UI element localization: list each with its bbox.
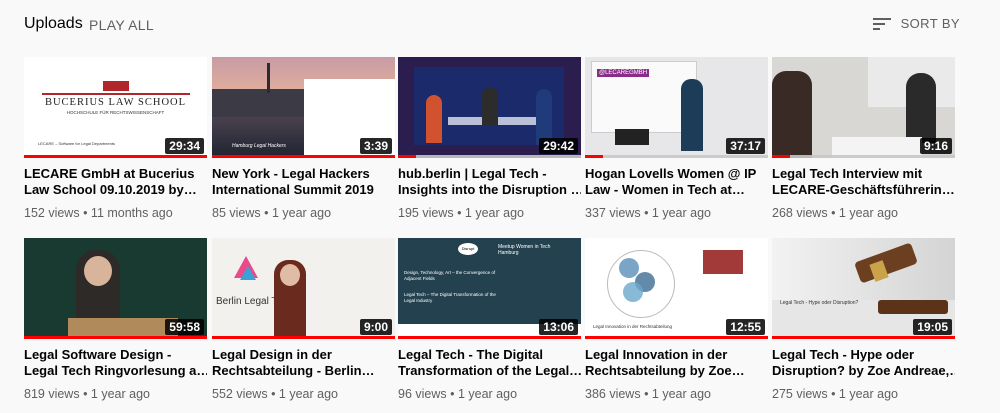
video-card[interactable]: Legal Tech - Hype oder Disruption? 19:05… — [772, 238, 955, 401]
watch-progress-fill — [585, 336, 768, 339]
watch-progress-fill — [24, 336, 207, 339]
video-meta: 152 views • 11 months ago — [24, 206, 173, 220]
video-meta: 195 views • 1 year ago — [398, 206, 524, 220]
video-meta: 96 views • 1 year ago — [398, 387, 518, 401]
bucerius-logo-text: BUCERIUS LAW SCHOOL — [44, 97, 187, 108]
video-thumbnail[interactable]: Berlin Legal Te 9:00 — [212, 238, 395, 339]
video-thumbnail[interactable]: @LECAREGMBH 37:17 — [585, 57, 768, 158]
video-title[interactable]: Legal Tech Interview mit LECARE-Geschäfts… — [772, 166, 955, 198]
video-card[interactable]: Disrupt Meetup Women in Tech Hamburg Des… — [398, 238, 581, 401]
video-card[interactable]: Legal Innovation in der Rechtsabteilung … — [585, 238, 768, 401]
watch-progress-fill — [212, 155, 395, 158]
video-thumbnail[interactable]: Legal Innovation in der Rechtsabteilung … — [585, 238, 768, 339]
video-title[interactable]: Legal Tech - Hype oder Disruption? by Zoe… — [772, 347, 955, 379]
duration-badge: 9:16 — [919, 138, 952, 154]
watch-progress-fill — [212, 336, 395, 339]
video-thumbnail[interactable]: BUCERIUS LAW SCHOOL HOCHSCHULE FÜR RECHT… — [24, 57, 207, 158]
video-title[interactable]: Legal Design in der Rechtsabteilung - Ber… — [212, 347, 395, 379]
watch-progress-bar — [212, 336, 395, 339]
video-thumbnail[interactable]: 9:16 — [772, 57, 955, 158]
duration-badge: 12:55 — [726, 319, 765, 335]
duration-badge: 13:06 — [539, 319, 578, 335]
watch-progress-bar — [398, 155, 581, 158]
watch-progress-fill — [398, 155, 417, 158]
sort-by-label: SORT BY — [900, 16, 960, 31]
uploads-header: Uploads PLAY ALL SORT BY — [0, 0, 1000, 50]
video-meta: 337 views • 1 year ago — [585, 206, 711, 220]
video-card[interactable]: Hamburg Legal Hackers 3:39 New York - Le… — [212, 57, 395, 220]
video-title[interactable]: Legal Software Design - Legal Tech Ringvo… — [24, 347, 207, 379]
watch-progress-fill — [585, 155, 604, 158]
sort-by-button[interactable]: SORT BY — [872, 16, 960, 31]
duration-badge: 3:39 — [359, 138, 392, 154]
video-card[interactable]: 9:16 Legal Tech Interview mit LECARE-Gesc… — [772, 57, 955, 220]
video-meta: 552 views • 1 year ago — [212, 387, 338, 401]
video-thumbnail[interactable]: 29:42 — [398, 57, 581, 158]
speaker-figure — [482, 87, 498, 125]
watch-progress-bar — [585, 155, 768, 158]
city-icon — [703, 250, 743, 274]
speaker-figure — [536, 89, 552, 145]
video-title[interactable]: New York - Legal Hackers International Su… — [212, 166, 395, 198]
video-card[interactable]: @LECAREGMBH 37:17 Hogan Lovells Women @ … — [585, 57, 768, 220]
video-meta: 268 views • 1 year ago — [772, 206, 898, 220]
watch-progress-bar — [24, 336, 207, 339]
video-thumbnail[interactable]: Hamburg Legal Hackers 3:39 — [212, 57, 395, 158]
speaker-figure — [681, 79, 703, 151]
sort-icon — [872, 17, 891, 31]
video-meta: 819 views • 1 year ago — [24, 387, 150, 401]
watch-progress-bar — [398, 336, 581, 339]
watch-progress-fill — [24, 155, 207, 158]
video-meta: 85 views • 1 year ago — [212, 206, 332, 220]
video-card[interactable]: Berlin Legal Te 9:00 Legal Design in der… — [212, 238, 395, 401]
duration-badge: 29:42 — [539, 138, 578, 154]
video-card[interactable]: 59:58 Legal Software Design - Legal Tech … — [24, 238, 207, 401]
duration-badge: 29:34 — [165, 138, 204, 154]
video-meta: 275 views • 1 year ago — [772, 387, 898, 401]
video-title[interactable]: Legal Tech - The Digital Transformation o… — [398, 347, 581, 379]
play-all-button[interactable]: PLAY ALL — [89, 17, 154, 33]
interviewer-figure — [772, 71, 812, 158]
video-title[interactable]: hub.berlin | Legal Tech - Insights into t… — [398, 166, 581, 198]
duration-badge: 19:05 — [913, 319, 952, 335]
video-thumbnail[interactable]: Disrupt Meetup Women in Tech Hamburg Des… — [398, 238, 581, 339]
laptop-icon — [615, 129, 649, 145]
watch-progress-bar — [772, 155, 955, 158]
video-title[interactable]: LECARE GmbH at Bucerius Law School 09.10.… — [24, 166, 207, 198]
duration-badge: 9:00 — [359, 319, 392, 335]
video-meta: 386 views • 1 year ago — [585, 387, 711, 401]
speaker-figure — [426, 95, 442, 143]
video-card[interactable]: BUCERIUS LAW SCHOOL HOCHSCHULE FÜR RECHT… — [24, 57, 207, 220]
watch-progress-fill — [772, 155, 791, 158]
watch-progress-fill — [772, 336, 955, 339]
video-title[interactable]: Legal Innovation in der Rechtsabteilung b… — [585, 347, 768, 379]
watch-progress-bar — [24, 155, 207, 158]
watch-progress-fill — [398, 336, 581, 339]
section-title: Uploads — [24, 15, 83, 32]
venn-circle — [623, 282, 643, 302]
video-thumbnail[interactable]: Legal Tech - Hype oder Disruption? 19:05 — [772, 238, 955, 339]
duration-badge: 37:17 — [726, 138, 765, 154]
duration-badge: 59:58 — [165, 319, 204, 335]
watch-progress-bar — [585, 336, 768, 339]
disrupt-logo: Disrupt — [458, 243, 478, 255]
video-title[interactable]: Hogan Lovells Women @ IP Law - Women in T… — [585, 166, 768, 198]
interviewee-figure — [906, 73, 936, 143]
bucerius-logo-icon — [103, 81, 129, 91]
watch-progress-bar — [772, 336, 955, 339]
video-thumbnail[interactable]: 59:58 — [24, 238, 207, 339]
watch-progress-bar — [212, 155, 395, 158]
video-card[interactable]: 29:42 hub.berlin | Legal Tech - Insights … — [398, 57, 581, 220]
